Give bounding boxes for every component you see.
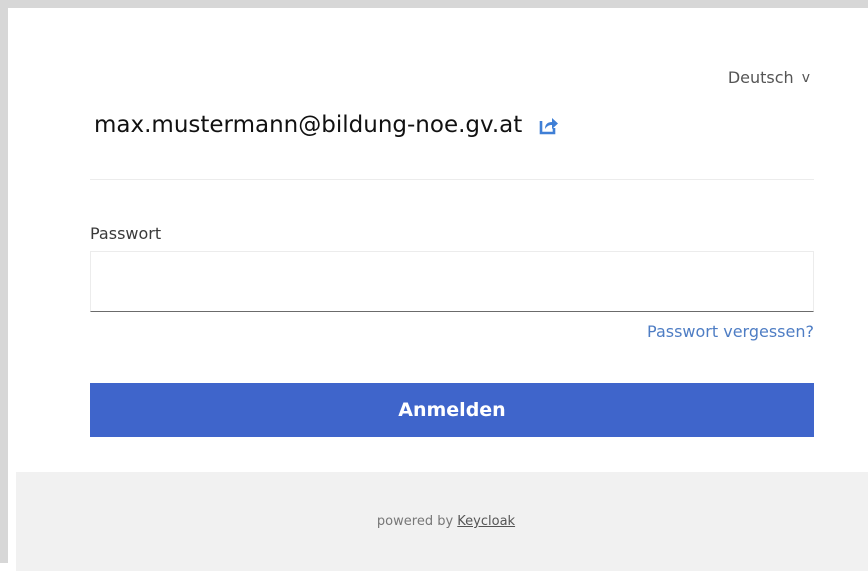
login-card: Deutsch v max.mustermann@bildung-noe.gv.… [16,16,868,571]
keycloak-link[interactable]: Keycloak [457,514,515,529]
footer: powered by Keycloak [16,472,868,571]
forgot-password-link[interactable]: Passwort vergessen? [647,322,814,341]
powered-by-label: powered by [376,514,454,529]
footer-text: powered by Keycloak [377,514,515,529]
chevron-down-icon: v [801,69,810,86]
share-arrow-icon[interactable] [538,114,560,136]
attempted-username-row: max.mustermann@bildung-noe.gv.at [94,112,560,138]
attempted-username: max.mustermann@bildung-noe.gv.at [94,112,523,138]
password-label: Passwort [90,224,162,243]
window-frame: Deutsch v max.mustermann@bildung-noe.gv.… [0,0,868,571]
language-label: Deutsch [727,68,794,87]
language-selector[interactable]: Deutsch v [728,68,810,87]
login-button[interactable]: Anmelden [90,383,814,437]
password-input[interactable] [90,251,814,312]
divider [90,179,814,180]
